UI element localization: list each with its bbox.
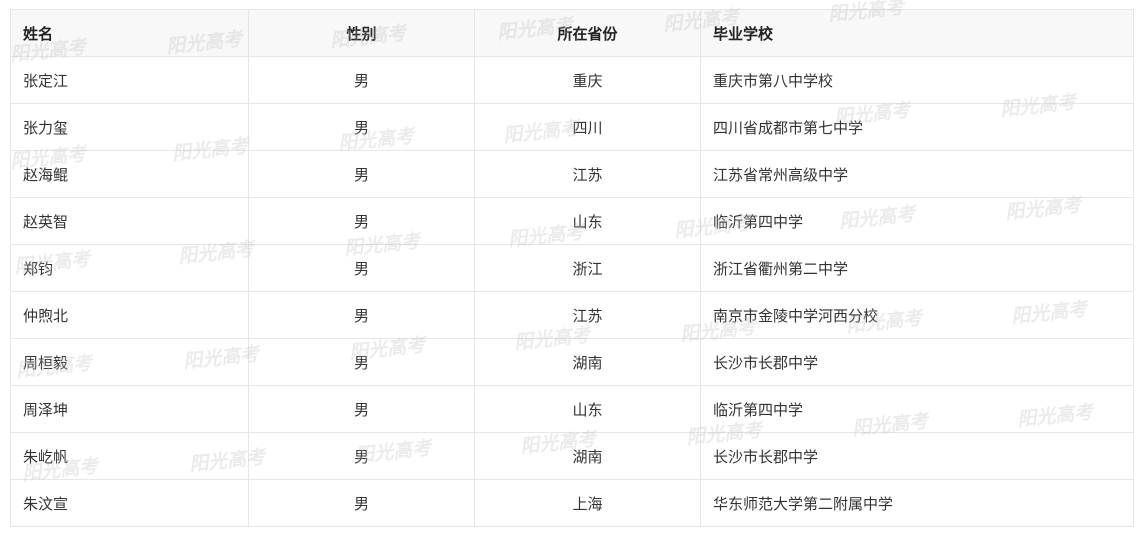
cell-gender: 男 (248, 197, 475, 245)
cell-school: 华东师范大学第二附属中学 (700, 479, 1134, 527)
header-name: 姓名 (10, 9, 249, 57)
cell-province: 湖南 (474, 432, 701, 480)
cell-name: 朱屹帆 (10, 432, 249, 480)
table-row: 赵海鲲 男 江苏 江苏省常州高级中学 (10, 150, 1134, 198)
cell-name: 郑钧 (10, 244, 249, 292)
cell-province: 重庆 (474, 56, 701, 104)
cell-name: 周泽坤 (10, 385, 249, 433)
cell-school: 南京市金陵中学河西分校 (700, 291, 1134, 339)
header-school: 毕业学校 (700, 9, 1134, 57)
cell-gender: 男 (248, 56, 475, 104)
header-gender: 性别 (248, 9, 475, 57)
cell-province: 四川 (474, 103, 701, 151)
cell-province: 上海 (474, 479, 701, 527)
cell-province: 江苏 (474, 291, 701, 339)
header-province: 所在省份 (474, 9, 701, 57)
cell-gender: 男 (248, 150, 475, 198)
cell-name: 周桓毅 (10, 338, 249, 386)
table-row: 仲煦北 男 江苏 南京市金陵中学河西分校 (10, 291, 1134, 339)
student-table: 姓名 性别 所在省份 毕业学校 张定江 男 重庆 重庆市第八中学校 张力玺 男 … (10, 9, 1134, 527)
cell-gender: 男 (248, 479, 475, 527)
table-row: 赵英智 男 山东 临沂第四中学 (10, 197, 1134, 245)
student-table-container: 姓名 性别 所在省份 毕业学校 张定江 男 重庆 重庆市第八中学校 张力玺 男 … (10, 9, 1134, 527)
cell-name: 赵英智 (10, 197, 249, 245)
cell-province: 山东 (474, 385, 701, 433)
cell-name: 仲煦北 (10, 291, 249, 339)
cell-school: 临沂第四中学 (700, 385, 1134, 433)
cell-school: 江苏省常州高级中学 (700, 150, 1134, 198)
cell-school: 四川省成都市第七中学 (700, 103, 1134, 151)
cell-province: 湖南 (474, 338, 701, 386)
table-row: 郑钧 男 浙江 浙江省衢州第二中学 (10, 244, 1134, 292)
cell-name: 朱汶宣 (10, 479, 249, 527)
cell-school: 重庆市第八中学校 (700, 56, 1134, 104)
table-row: 张定江 男 重庆 重庆市第八中学校 (10, 56, 1134, 104)
cell-school: 临沂第四中学 (700, 197, 1134, 245)
table-row: 周桓毅 男 湖南 长沙市长郡中学 (10, 338, 1134, 386)
cell-school: 长沙市长郡中学 (700, 432, 1134, 480)
cell-name: 张力玺 (10, 103, 249, 151)
cell-name: 张定江 (10, 56, 249, 104)
cell-province: 山东 (474, 197, 701, 245)
table-body: 张定江 男 重庆 重庆市第八中学校 张力玺 男 四川 四川省成都市第七中学 赵海… (10, 56, 1134, 527)
cell-gender: 男 (248, 338, 475, 386)
cell-gender: 男 (248, 432, 475, 480)
cell-province: 浙江 (474, 244, 701, 292)
table-row: 周泽坤 男 山东 临沂第四中学 (10, 385, 1134, 433)
cell-name: 赵海鲲 (10, 150, 249, 198)
table-row: 张力玺 男 四川 四川省成都市第七中学 (10, 103, 1134, 151)
cell-school: 长沙市长郡中学 (700, 338, 1134, 386)
cell-province: 江苏 (474, 150, 701, 198)
cell-gender: 男 (248, 103, 475, 151)
cell-school: 浙江省衢州第二中学 (700, 244, 1134, 292)
table-row: 朱汶宣 男 上海 华东师范大学第二附属中学 (10, 479, 1134, 527)
cell-gender: 男 (248, 291, 475, 339)
table-row: 朱屹帆 男 湖南 长沙市长郡中学 (10, 432, 1134, 480)
cell-gender: 男 (248, 385, 475, 433)
cell-gender: 男 (248, 244, 475, 292)
table-header-row: 姓名 性别 所在省份 毕业学校 (10, 9, 1134, 57)
